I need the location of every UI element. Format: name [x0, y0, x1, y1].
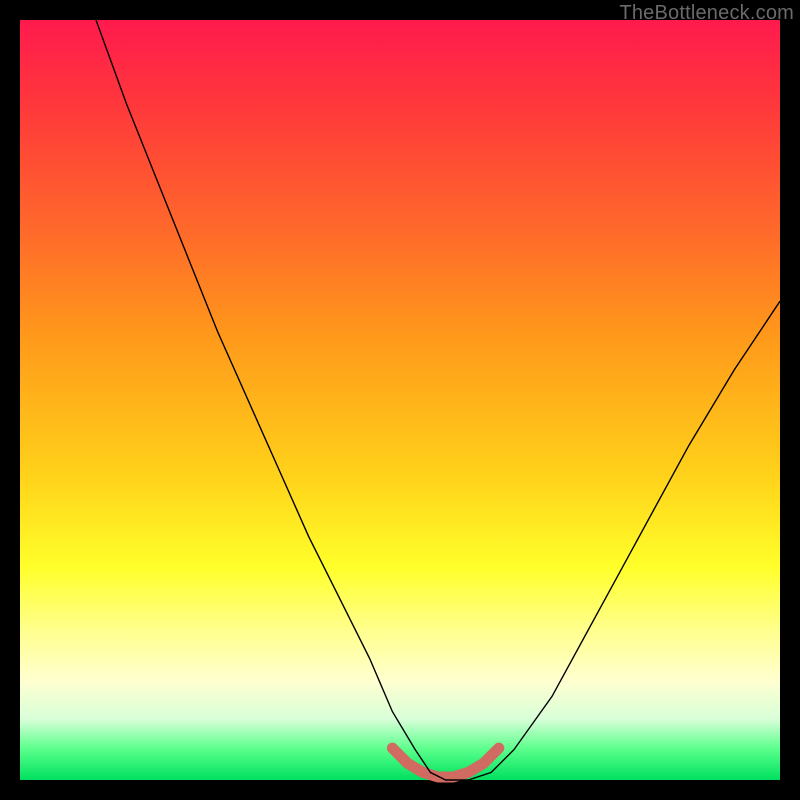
gradient-plot-area — [20, 20, 780, 780]
sweet-spot-path — [392, 748, 498, 777]
bottleneck-curve-path — [96, 20, 780, 780]
chart-frame: TheBottleneck.com — [0, 0, 800, 800]
curve-svg — [20, 20, 780, 780]
